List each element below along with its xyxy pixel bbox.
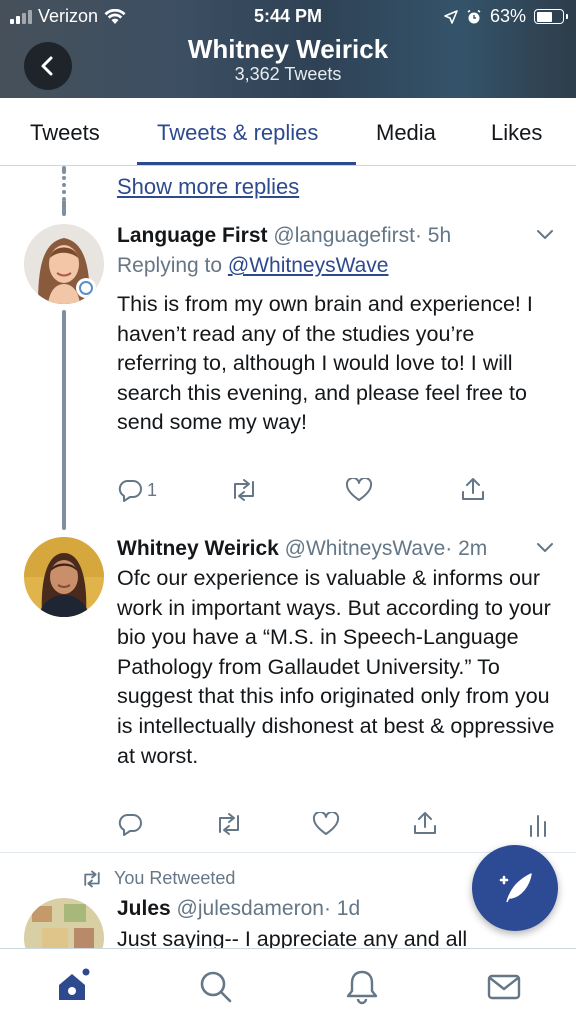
tweet-header: Whitney Weirick @WhitneysWave· 2m — [117, 537, 487, 561]
share-icon — [414, 812, 436, 834]
author-handle[interactable]: @julesdameron — [177, 897, 324, 920]
analytics-button[interactable] — [528, 812, 548, 838]
tweet-text: Just saying-- I appreciate any and all — [117, 927, 468, 948]
tweet-count: 3,362 Tweets — [234, 64, 342, 84]
tweet-menu-chevron-icon[interactable] — [536, 541, 554, 555]
reply-icon — [118, 814, 142, 836]
tweet-text: This is from my own brain and experience… — [117, 292, 533, 435]
alarm-icon — [467, 9, 481, 23]
mail-icon — [487, 974, 521, 1000]
nav-notifications[interactable] — [342, 967, 382, 1012]
tweet-time: · 5h — [414, 224, 452, 247]
profile-name: Whitney Weirick — [187, 34, 389, 64]
tab-likes[interactable]: Likes — [491, 120, 542, 146]
battery-icon — [534, 9, 568, 24]
tweet-header: Language First @languagefirst· 5h — [117, 224, 451, 248]
heart-icon — [312, 812, 340, 835]
author-name[interactable]: Whitney Weirick — [117, 537, 279, 560]
like-button[interactable] — [345, 478, 373, 502]
replying-prefix: Replying to — [117, 254, 228, 277]
status-bar: Verizon 5:44 PM 63% — [0, 0, 576, 34]
carrier-label: Verizon — [38, 6, 99, 26]
thread-connector-top — [62, 166, 66, 174]
tweet-time: · 1d — [323, 897, 361, 920]
profile-header: Verizon 5:44 PM 63% Whitney Weirick 3,36… — [0, 0, 576, 98]
author-name[interactable]: Jules — [117, 897, 171, 920]
compose-feather-icon — [499, 873, 532, 903]
reply-button[interactable]: 1 — [117, 478, 157, 502]
tweet-header: Jules @julesdameron· 1d — [117, 897, 360, 921]
profile-tabs: Tweets Tweets & replies Media Likes — [0, 98, 576, 166]
home-icon — [59, 968, 90, 1000]
reply-button[interactable] — [117, 812, 143, 836]
tab-media[interactable]: Media — [376, 120, 436, 146]
compose-tweet-button[interactable] — [472, 845, 558, 931]
battery-percent: 63% — [489, 6, 526, 26]
avatar-whitney-weirick[interactable] — [24, 537, 104, 617]
retweet-label-text: You Retweeted — [114, 868, 236, 888]
thread-connector — [62, 310, 66, 530]
cell-signal-icon — [10, 9, 32, 24]
show-more-replies-link[interactable]: Show more replies — [117, 174, 299, 200]
retweet-button[interactable] — [229, 478, 259, 502]
search-icon — [200, 971, 232, 1003]
tab-tweets-and-replies[interactable]: Tweets & replies — [157, 120, 318, 146]
tweet-text: Ofc our experience is valuable & informs… — [117, 566, 555, 768]
author-handle[interactable]: @languagefirst — [273, 224, 415, 247]
nav-search[interactable] — [196, 967, 236, 1012]
retweet-icon — [84, 870, 100, 887]
replying-to-link[interactable]: @WhitneysWave — [228, 254, 389, 277]
retweet-button[interactable] — [214, 812, 244, 836]
analytics-icon — [530, 815, 546, 837]
reply-count: 1 — [147, 479, 158, 500]
retweet-icon — [219, 813, 239, 835]
nav-home[interactable] — [54, 967, 94, 1012]
retweet-icon — [234, 479, 254, 501]
location-arrow-icon — [444, 9, 458, 24]
retweet-label: You Retweeted — [80, 868, 235, 889]
bell-icon — [346, 970, 378, 1005]
reply-icon — [118, 480, 142, 502]
nav-messages[interactable] — [484, 967, 524, 1012]
bottom-navigation — [0, 948, 576, 1024]
author-name[interactable]: Language First — [117, 224, 268, 247]
share-icon — [462, 478, 484, 500]
tweet-menu-chevron-icon[interactable] — [536, 228, 554, 242]
tab-tweets[interactable]: Tweets — [30, 120, 100, 146]
thread-connector-mid — [62, 200, 66, 216]
active-tab-indicator — [137, 162, 356, 165]
tweet-time: · 2m — [445, 537, 488, 560]
author-handle[interactable]: @WhitneysWave — [285, 537, 446, 560]
like-button[interactable] — [312, 812, 340, 836]
share-button[interactable] — [412, 810, 438, 836]
share-button[interactable] — [460, 476, 486, 502]
replying-to: Replying to @WhitneysWave — [117, 254, 388, 278]
wifi-icon — [104, 8, 126, 24]
heart-icon — [345, 478, 373, 501]
avatar-language-first[interactable] — [24, 224, 104, 304]
